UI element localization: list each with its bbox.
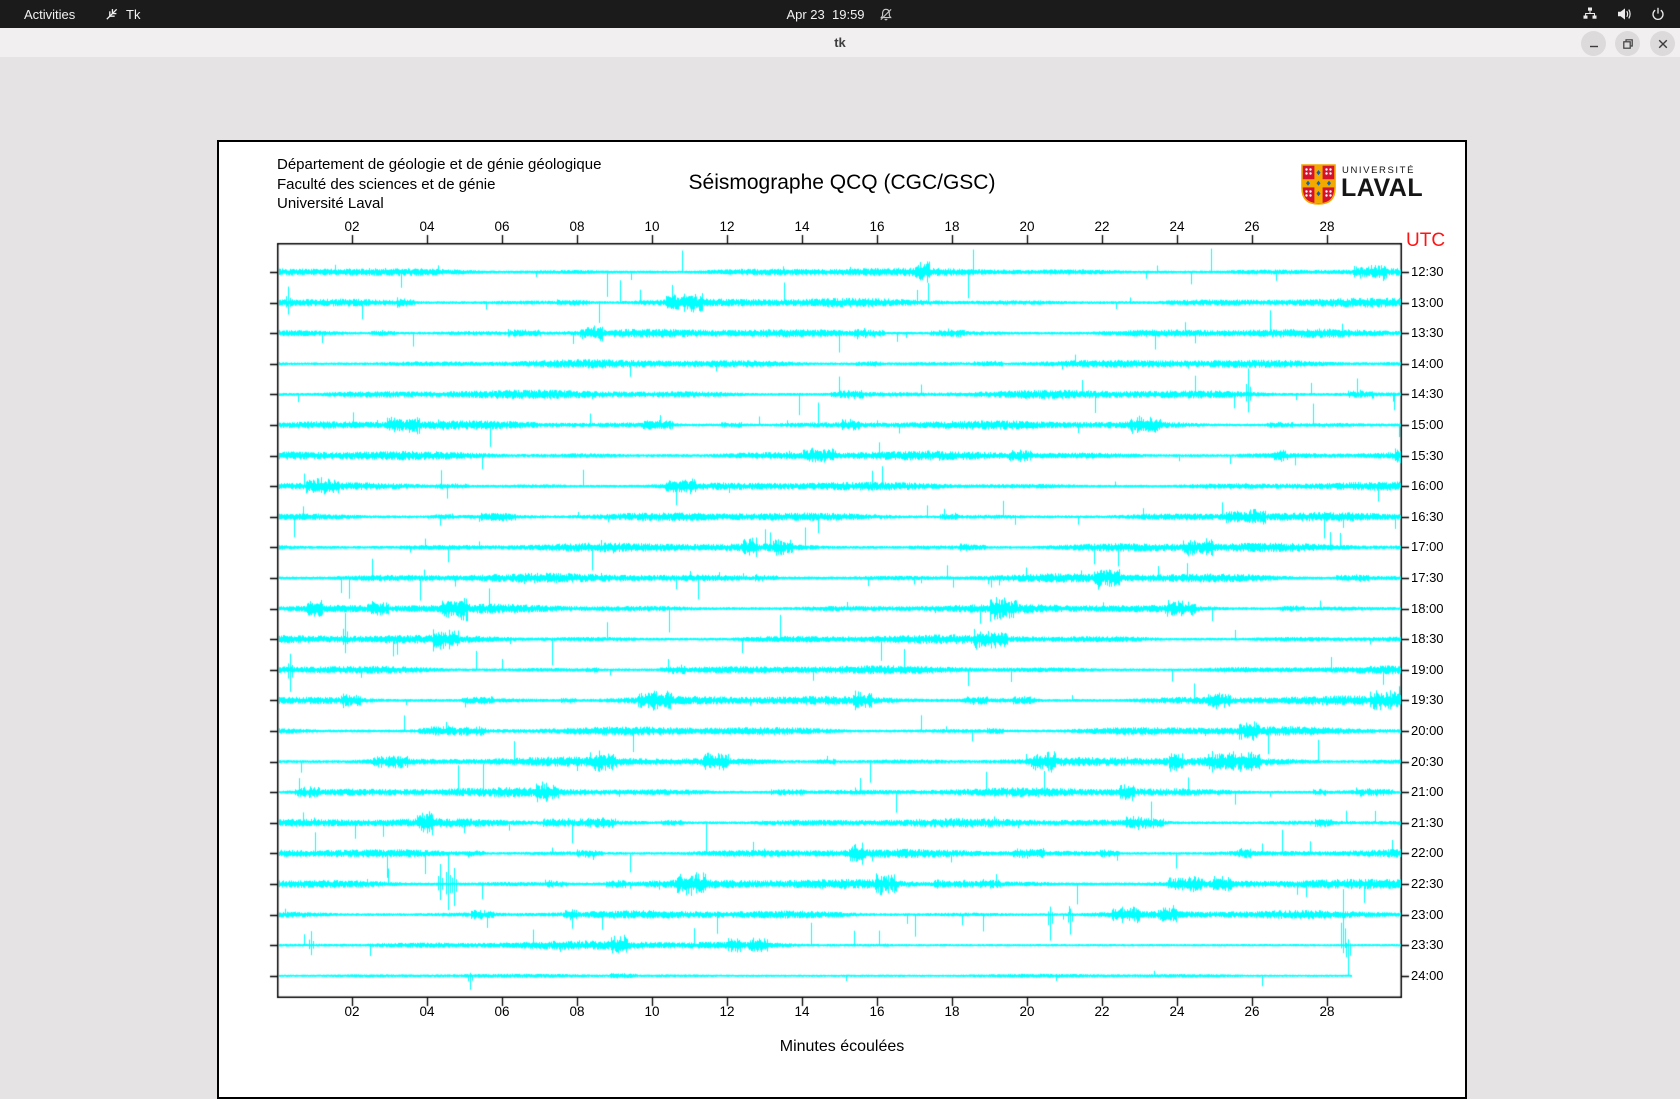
seismograph-canvas-frame: Département de géologie et de génie géol…: [217, 140, 1467, 1099]
institution-line: Université Laval: [277, 195, 384, 212]
x-axis-title: Minutes écoulées: [779, 1038, 905, 1055]
x-tick-label-bottom: 12: [719, 1004, 735, 1019]
utc-axis-title: UTC: [1406, 230, 1446, 251]
x-tick-label-bottom: 10: [644, 1004, 660, 1019]
logo-text-laval: LAVAL: [1341, 174, 1424, 202]
x-tick-label-top: 02: [344, 219, 360, 234]
x-tick-label-bottom: 04: [419, 1004, 435, 1019]
x-tick-label-bottom: 16: [869, 1004, 885, 1019]
notifications-disabled-icon: [879, 7, 894, 22]
y-tick-label-utc: 18:30: [1411, 631, 1444, 647]
y-tick-label-utc: 23:00: [1411, 906, 1444, 922]
gnome-top-bar: Activities Tk Apr 23 19:59: [0, 0, 1680, 28]
network-wired-icon: [1582, 6, 1598, 22]
x-tick-label-top: 04: [419, 219, 435, 234]
x-tick-label-bottom: 28: [1319, 1004, 1335, 1019]
x-tick-label-bottom: 14: [794, 1004, 810, 1019]
x-tick-label-top: 10: [644, 219, 660, 234]
y-tick-label-utc: 18:00: [1411, 600, 1444, 616]
minimize-button[interactable]: [1581, 31, 1606, 56]
x-tick-label-bottom: 20: [1019, 1004, 1035, 1019]
universite-laval-logo: UNIVERSITÉ LAVAL: [1301, 162, 1461, 208]
x-tick-label-bottom: 08: [569, 1004, 585, 1019]
helicorder-plot-canvas: [219, 142, 1465, 1097]
y-tick-label-utc: 21:00: [1411, 784, 1444, 800]
tk-logo-icon: [104, 7, 119, 22]
x-tick-label-top: 26: [1244, 219, 1260, 234]
plot-title: Séismographe QCQ (CGC/GSC): [688, 171, 996, 194]
restore-window-button[interactable]: [1615, 31, 1640, 56]
x-tick-label-top: 08: [569, 219, 585, 234]
y-tick-label-utc: 15:00: [1411, 417, 1444, 432]
power-icon: [1650, 6, 1666, 22]
y-tick-label-utc: 22:00: [1411, 845, 1444, 861]
x-tick-label-top: 16: [869, 219, 885, 234]
x-tick-label-bottom: 26: [1244, 1004, 1260, 1019]
y-tick-label-utc: 14:30: [1411, 386, 1444, 402]
y-tick-label-utc: 23:30: [1411, 937, 1444, 953]
x-tick-label-top: 24: [1169, 219, 1185, 234]
x-tick-label-top: 20: [1019, 219, 1035, 234]
laval-shield-icon: [1301, 164, 1336, 210]
x-tick-label-top: 14: [794, 219, 810, 234]
x-tick-label-top: 28: [1319, 219, 1335, 234]
y-tick-label-utc: 15:30: [1411, 447, 1444, 463]
x-tick-label-bottom: 02: [344, 1004, 360, 1019]
app-indicator-tk[interactable]: Tk: [104, 0, 140, 28]
x-tick-label-bottom: 24: [1169, 1004, 1185, 1019]
x-tick-label-bottom: 18: [944, 1004, 960, 1019]
y-tick-label-utc: 16:30: [1411, 508, 1444, 524]
window-titlebar[interactable]: tk: [0, 28, 1680, 58]
y-tick-label-utc: 21:30: [1411, 814, 1444, 830]
clock-menu[interactable]: Apr 23 19:59: [786, 0, 893, 28]
y-tick-label-utc: 17:00: [1411, 539, 1444, 555]
y-tick-label-utc: 22:30: [1411, 876, 1444, 891]
y-tick-label-utc: 19:30: [1411, 692, 1444, 708]
y-tick-label-utc: 13:30: [1411, 325, 1444, 341]
x-tick-label-bottom: 06: [494, 1004, 510, 1019]
y-tick-label-utc: 19:00: [1411, 661, 1444, 677]
x-tick-label-top: 22: [1094, 219, 1110, 234]
activities-button[interactable]: Activities: [18, 0, 81, 28]
close-button[interactable]: [1650, 31, 1675, 56]
volume-icon: [1616, 6, 1632, 22]
x-tick-label-top: 12: [719, 219, 735, 234]
x-tick-label-top: 18: [944, 219, 960, 234]
system-status-area[interactable]: [1582, 0, 1666, 28]
y-tick-label-utc: 12:30: [1411, 264, 1444, 279]
window-title: tk: [834, 35, 846, 50]
y-tick-label-utc: 24:00: [1411, 967, 1444, 983]
x-tick-label-top: 06: [494, 219, 510, 234]
x-tick-label-bottom: 22: [1094, 1004, 1110, 1019]
y-tick-label-utc: 20:30: [1411, 753, 1444, 769]
activities-label: Activities: [24, 6, 76, 22]
app-indicator-label: Tk: [126, 6, 141, 22]
y-tick-label-utc: 14:00: [1411, 355, 1444, 371]
y-tick-label-utc: 13:00: [1411, 294, 1444, 310]
y-tick-label-utc: 17:30: [1411, 570, 1444, 585]
y-tick-label-utc: 16:00: [1411, 478, 1444, 494]
y-tick-label-utc: 20:00: [1411, 723, 1444, 738]
clock-label: Apr 23 19:59: [786, 6, 865, 22]
tk-window-content: Département de géologie et de génie géol…: [0, 57, 1680, 1099]
